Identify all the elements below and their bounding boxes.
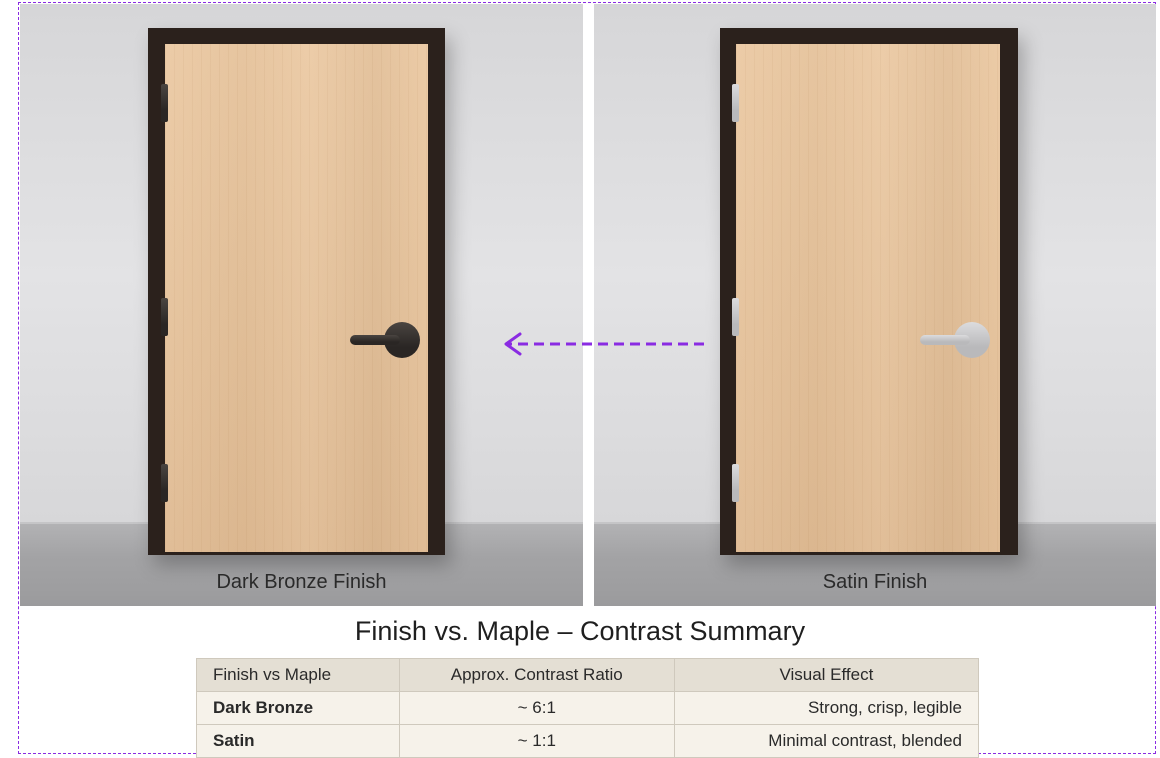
- effect-cell: Strong, crisp, legible: [673, 691, 980, 725]
- hinge-icon: [161, 298, 168, 336]
- column-header: Approx. Contrast Ratio: [398, 658, 675, 692]
- table-row: Satin ~ 1:1 Minimal contrast, blended: [196, 724, 980, 758]
- dark-bronze-door-photo: Dark Bronze Finish: [20, 4, 583, 606]
- lever-arm: [350, 335, 400, 345]
- ratio-cell: ~ 6:1: [398, 691, 675, 725]
- finish-cell: Dark Bronze: [196, 691, 400, 725]
- contrast-summary-table: Finish vs Maple Approx. Contrast Ratio V…: [196, 658, 980, 758]
- column-header: Finish vs Maple: [196, 658, 400, 692]
- lever-arm: [920, 335, 970, 345]
- maple-door: [165, 44, 428, 552]
- summary-title: Finish vs. Maple – Contrast Summary: [354, 616, 806, 646]
- effect-cell: Minimal contrast, blended: [673, 724, 980, 758]
- ratio-cell: ~ 1:1: [398, 724, 675, 758]
- hinge-icon: [732, 298, 739, 336]
- finish-cell: Satin: [196, 724, 400, 758]
- table-header-row: Finish vs Maple Approx. Contrast Ratio V…: [196, 658, 980, 692]
- caption-dark-bronze: Dark Bronze Finish: [216, 571, 387, 593]
- column-header: Visual Effect: [673, 658, 980, 692]
- hinge-icon: [161, 84, 168, 122]
- hinge-icon: [161, 464, 168, 502]
- caption-satin: Satin Finish: [822, 571, 928, 593]
- maple-door: [736, 44, 1000, 552]
- door-lever-satin: [920, 320, 990, 360]
- dashed-left-arrow-icon: [504, 332, 704, 356]
- door-lever-dark-bronze: [350, 320, 420, 360]
- hinge-icon: [732, 464, 739, 502]
- satin-door-photo: Satin Finish: [594, 4, 1156, 606]
- hinge-icon: [732, 84, 739, 122]
- table-row: Dark Bronze ~ 6:1 Strong, crisp, legible: [196, 691, 980, 725]
